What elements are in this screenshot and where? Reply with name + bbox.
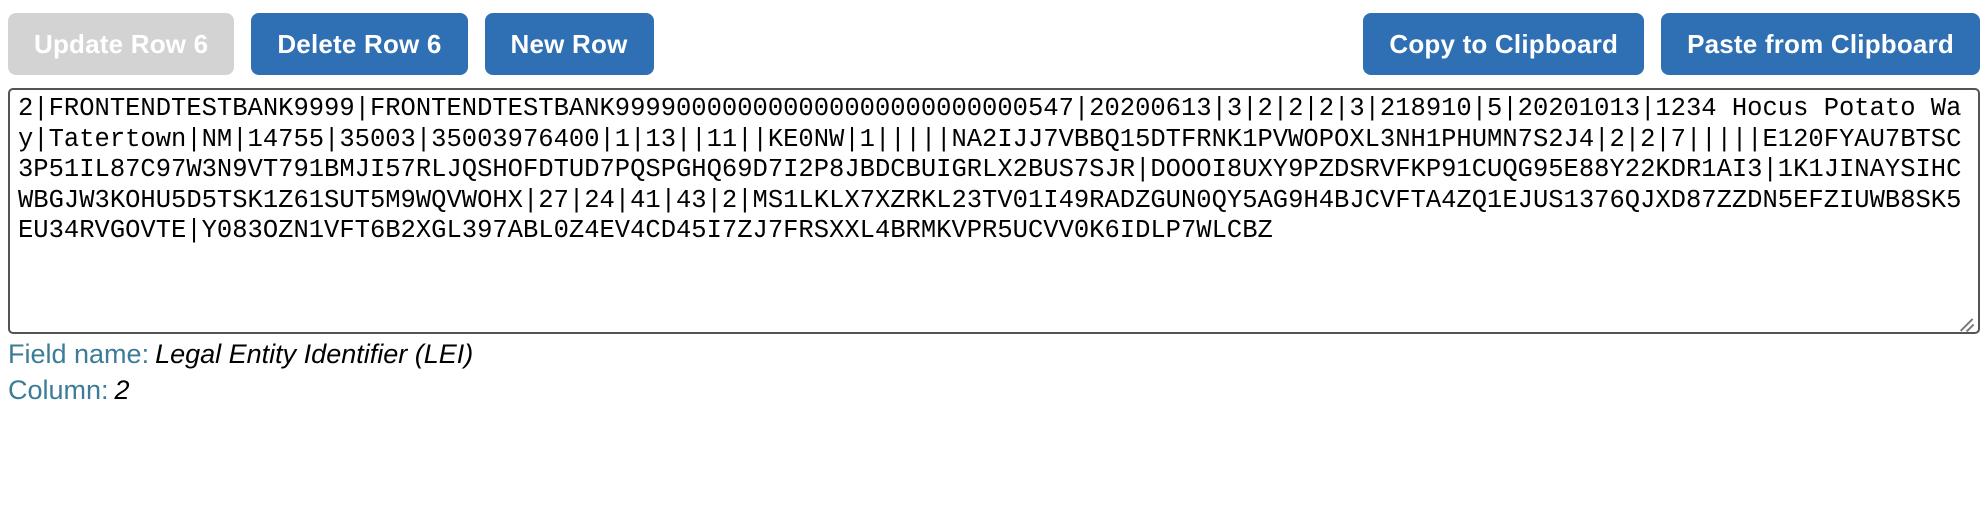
app-root: Update Row 6 Delete Row 6 New Row Copy t…	[0, 0, 1988, 512]
toolbar-right-group: Copy to Clipboard Paste from Clipboard	[1363, 13, 1980, 75]
column-label: Column:	[8, 375, 109, 405]
paste-from-clipboard-button[interactable]: Paste from Clipboard	[1661, 13, 1980, 75]
new-row-button[interactable]: New Row	[484, 13, 654, 75]
field-name-label: Field name:	[8, 339, 150, 369]
record-editor[interactable]: 2|FRONTENDTESTBANK9999|FRONTENDTESTBANK9…	[8, 88, 1980, 334]
toolbar: Update Row 6 Delete Row 6 New Row Copy t…	[0, 0, 1988, 88]
record-editor-container: 2|FRONTENDTESTBANK9999|FRONTENDTESTBANK9…	[8, 88, 1980, 334]
field-info-panel: Field name: Legal Entity Identifier (LEI)…	[8, 336, 1980, 408]
delete-row-button[interactable]: Delete Row 6	[251, 13, 468, 75]
resize-grip-icon[interactable]	[1955, 309, 1977, 332]
field-name-value: Legal Entity Identifier (LEI)	[155, 339, 474, 369]
column-value: 2	[114, 375, 130, 405]
column-row: Column: 2	[8, 372, 1980, 408]
update-row-button[interactable]: Update Row 6	[8, 13, 235, 75]
field-name-row: Field name: Legal Entity Identifier (LEI)	[8, 336, 1980, 372]
record-editor-text[interactable]: 2|FRONTENDTESTBANK9999|FRONTENDTESTBANK9…	[18, 94, 1972, 247]
copy-to-clipboard-button[interactable]: Copy to Clipboard	[1363, 13, 1645, 75]
